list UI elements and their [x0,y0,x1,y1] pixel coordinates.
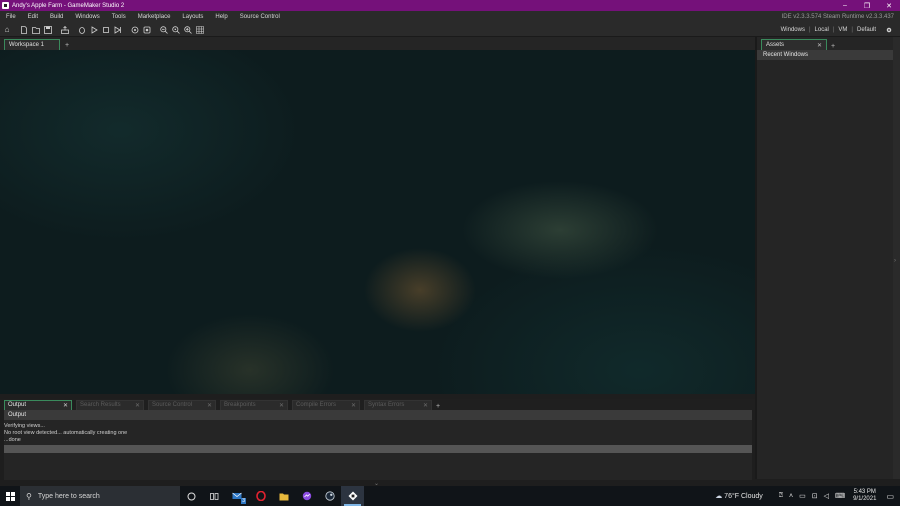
target-icon[interactable] [130,25,140,35]
tab-compile-errors[interactable]: Compile Errors ✕ [292,400,360,410]
mail-badge: 3 [241,498,246,504]
volume-icon[interactable]: ◁ [824,492,829,500]
tab-source-control[interactable]: Source Control ✕ [148,400,216,410]
output-line: No root view detected... automatically c… [4,430,128,436]
window-title: Andy's Apple Farm - GameMaker Studio 2 [12,2,125,9]
menu-build[interactable]: Build [44,14,69,20]
open-folder-icon[interactable] [31,25,41,35]
weather-widget[interactable]: ☁ 76°F Cloudy [715,492,763,500]
file-explorer-icon[interactable] [272,486,295,506]
version-info: IDE v2.3.3.574 Steam Runtime v2.3.3.437 [781,14,894,20]
taskbar-search-box[interactable]: ⚲ Type here to search [20,486,180,506]
task-view-icon[interactable] [203,486,226,506]
output-filter-input[interactable] [4,445,752,453]
target-location[interactable]: Local [813,27,831,33]
main-toolbar: ⌂ Windows | Local | VM | Default [0,23,900,37]
clock-time: 5:43 PM [853,489,876,495]
new-file-icon[interactable] [19,25,29,35]
tab-output[interactable]: Output ✕ [4,400,72,410]
steam-icon[interactable] [318,486,341,506]
stop-icon[interactable] [101,25,111,35]
messenger-icon[interactable] [295,486,318,506]
menu-layouts[interactable]: Layouts [176,14,209,20]
notification-icon[interactable]: ▭ [886,492,894,501]
menu-source-control[interactable]: Source Control [234,14,286,20]
settings-icon[interactable] [142,25,152,35]
target-platform[interactable]: Windows [779,27,807,33]
menu-tools[interactable]: Tools [106,14,132,20]
minimize-button[interactable]: – [834,2,856,9]
add-asset-tab-button[interactable]: + [831,43,835,50]
clock-date: 9/1/2021 [853,496,877,502]
menu-file[interactable]: File [0,14,22,20]
gamemaker-icon[interactable] [341,486,364,506]
windows-taskbar: ⚲ Type here to search 3 ☁ 76°F Cloudy ⍰ … [0,486,900,506]
add-output-tab-button[interactable]: + [436,403,440,410]
add-workspace-button[interactable]: + [65,42,69,50]
home-icon[interactable]: ⌂ [2,25,12,35]
clean-icon[interactable] [113,25,123,35]
mail-icon[interactable]: 3 [226,486,249,506]
menu-marketplace[interactable]: Marketplace [132,14,177,20]
assets-panel: Assets ✕ + Recent Windows [755,37,893,479]
tab-workspace-1[interactable]: Workspace 1 [4,39,60,50]
system-tray: ☁ 76°F Cloudy ⍰ ˄ ▭ ⊡ ◁ ⌨ 5:43 PM 9/1/20… [715,489,900,503]
output-line: Verifying views... [4,423,45,429]
run-icon[interactable] [89,25,99,35]
target-runtime[interactable]: VM [836,27,849,33]
output-tab-bar: Output ✕ Search Results ✕ Source Control ✕ … [0,399,755,410]
search-placeholder: Type here to search [37,492,100,500]
help-icon[interactable]: ⍰ [779,492,783,500]
recent-windows-header[interactable]: Recent Windows [757,50,893,60]
output-header: Output [4,410,752,420]
save-icon[interactable] [43,25,53,35]
system-clock[interactable]: 5:43 PM 9/1/2021 [853,489,876,503]
target-settings-icon[interactable] [884,25,894,35]
grid-icon[interactable] [195,25,205,35]
tab-search-results[interactable]: Search Results ✕ [76,400,144,410]
opera-icon[interactable] [249,486,272,506]
menu-help[interactable]: Help [209,14,233,20]
display-icon[interactable]: ▭ [799,492,806,500]
target-config[interactable]: Default [855,27,878,33]
weather-text: 76°F Cloudy [724,493,763,500]
assets-tab-label: Assets [766,42,785,48]
language-icon[interactable]: ⌨ [835,492,845,500]
cloud-icon: ☁ [715,493,723,500]
cortana-icon[interactable] [180,486,203,506]
menu-edit[interactable]: Edit [22,14,44,20]
tab-assets[interactable]: Assets ✕ [761,39,827,50]
export-icon[interactable] [60,25,70,35]
target-selector[interactable]: Windows | Local | VM | Default [779,25,900,35]
menu-bar: File Edit Build Windows Tools Marketplac… [0,11,900,23]
collapse-arrow-icon[interactable]: › [894,258,899,265]
output-line: ...done [4,437,21,443]
zoom-out-icon[interactable] [159,25,169,35]
tab-breakpoints[interactable]: Breakpoints ✕ [220,400,288,410]
zoom-reset-icon[interactable] [171,25,181,35]
zoom-in-icon[interactable] [183,25,193,35]
workspace-tab-bar: Workspace 1 + [0,37,755,50]
output-log: Verifying views... No root view detected… [4,420,752,444]
workspace-canvas[interactable] [0,50,755,394]
output-panel: Output Verifying views... No root view d… [4,410,752,480]
maximize-button[interactable]: ❐ [856,2,878,10]
search-icon: ⚲ [26,491,32,501]
tray-expand-icon[interactable]: ˄ [789,493,793,500]
menu-windows[interactable]: Windows [69,14,105,20]
gamemaker-logo-icon [2,2,9,9]
windows-start-icon[interactable] [0,486,20,506]
debug-icon[interactable] [77,25,87,35]
close-assets-tab-icon[interactable]: ✕ [817,42,822,49]
close-button[interactable]: ✕ [878,2,900,10]
network-icon[interactable]: ⊡ [812,492,818,500]
tab-syntax-errors[interactable]: Syntax Errors ✕ [364,400,432,410]
window-titlebar: Andy's Apple Farm - GameMaker Studio 2 –… [0,0,900,11]
